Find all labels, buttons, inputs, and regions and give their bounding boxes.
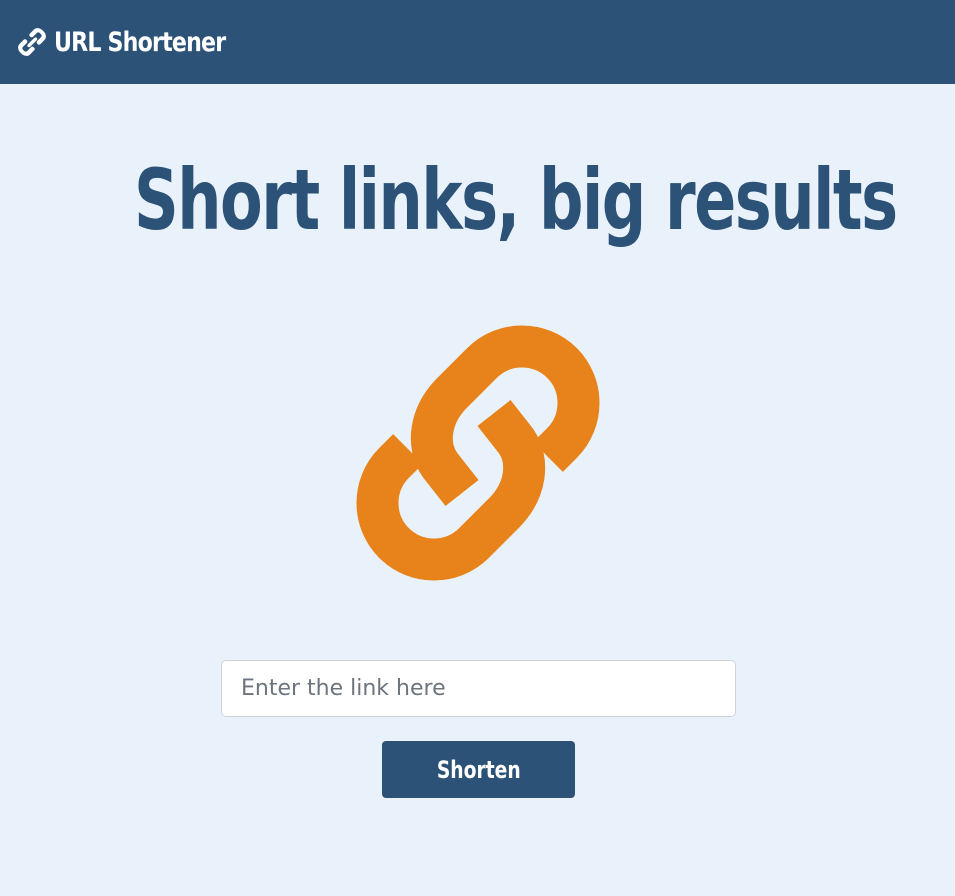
link-icon	[16, 26, 48, 58]
brand-link[interactable]: URL Shortener	[16, 26, 263, 58]
chain-link-icon	[340, 315, 616, 591]
navbar: URL Shortener	[0, 0, 955, 84]
shorten-button-label: Shorten	[436, 755, 521, 784]
page-title: Short links, big results	[0, 150, 955, 250]
brand-title: URL Shortener	[54, 26, 226, 58]
page-title-text: Short links, big results	[133, 151, 898, 249]
shorten-button[interactable]: Shorten	[382, 741, 575, 798]
link-url-input[interactable]	[221, 660, 736, 717]
